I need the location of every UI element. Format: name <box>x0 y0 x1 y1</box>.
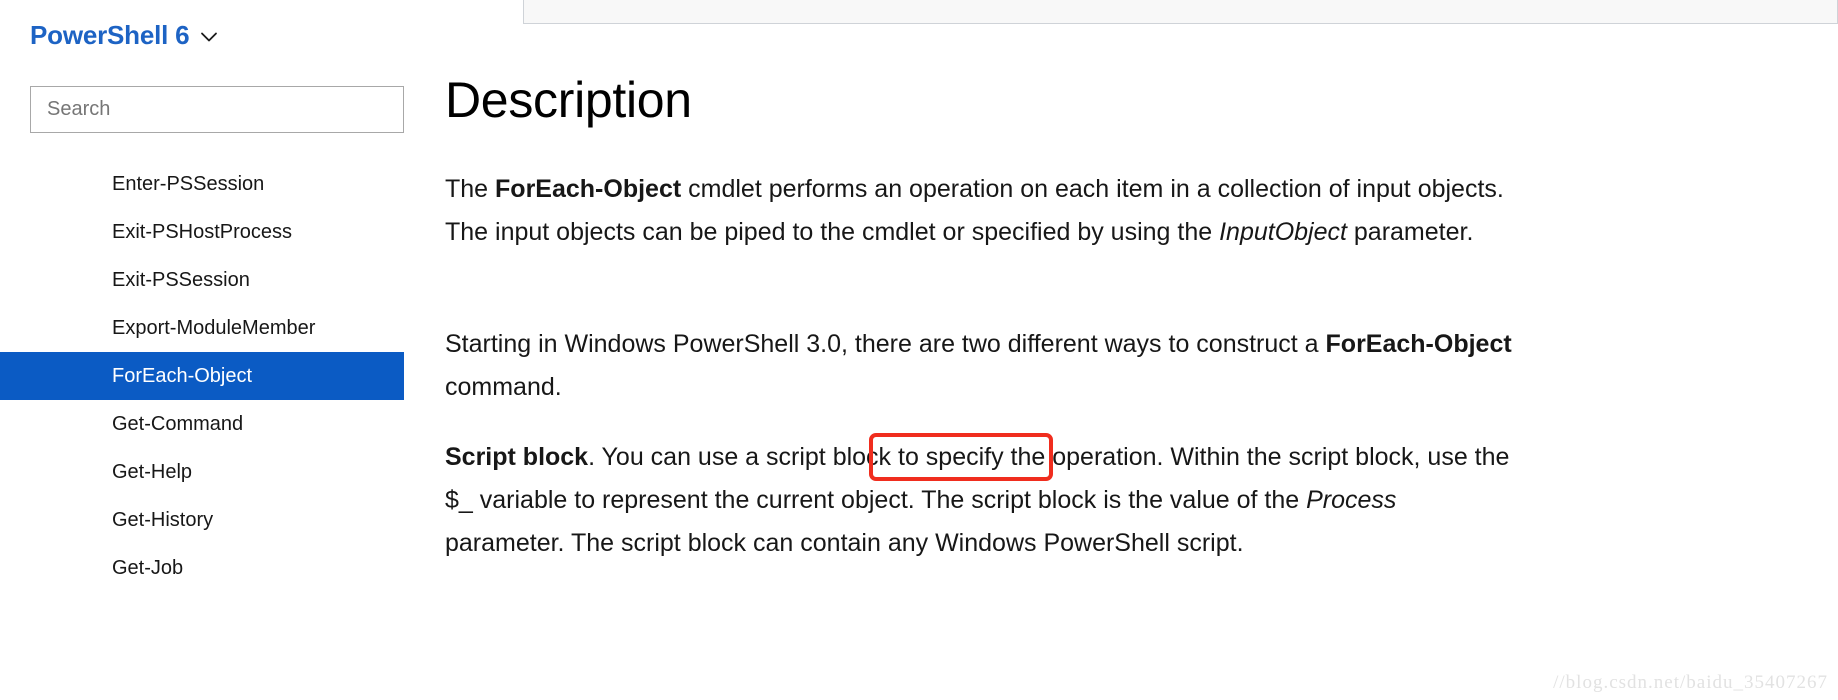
nav-scroll-viewport[interactable]: Enter-PSSession Exit-PSHostProcess Exit-… <box>0 150 440 700</box>
p1-text-3: parameter. <box>1346 218 1474 246</box>
sidebar-item-get-job[interactable]: Get-Job <box>0 544 440 592</box>
main-content: Description The ForEach-Object cmdlet pe… <box>445 0 1838 700</box>
sidebar-item-label: Get-Job <box>112 557 184 579</box>
chevron-down-icon <box>199 27 219 47</box>
sidebar-item-label: Get-Command <box>112 413 244 435</box>
sidebar-item-get-help[interactable]: Get-Help <box>0 448 440 496</box>
p2-text-1: Starting in Windows PowerShell 3.0, ther… <box>445 330 1326 358</box>
sidebar-item-exit-pssession[interactable]: Exit-PSSession <box>0 256 440 304</box>
sidebar: PowerShell 6 Enter-PSSession Exit-PSHost… <box>0 0 440 700</box>
sidebar-item-label: Export-ModuleMember <box>112 317 316 339</box>
search-box[interactable] <box>30 86 404 133</box>
sidebar-item-label: Exit-PSSession <box>112 269 250 291</box>
sidebar-item-label: Get-History <box>112 509 214 531</box>
code-block <box>523 0 1838 24</box>
description-paragraph-2: Starting in Windows PowerShell 3.0, ther… <box>445 323 1520 409</box>
page-title: Description <box>445 72 692 128</box>
sidebar-item-label: Enter-PSSession <box>112 173 265 195</box>
sidebar-item-exit-pshostprocess[interactable]: Exit-PSHostProcess <box>0 208 440 256</box>
search-input[interactable] <box>31 87 403 132</box>
sidebar-item-label: Exit-PSHostProcess <box>112 221 293 243</box>
p1-text-1: The <box>445 175 496 203</box>
watermark: //blog.csdn.net/baidu_35407267 <box>1553 672 1828 693</box>
p2-bold-foreach-object: ForEach-Object <box>1325 330 1512 358</box>
p1-italic-inputobject: InputObject <box>1219 218 1347 246</box>
sidebar-item-enter-pssession[interactable]: Enter-PSSession <box>0 160 440 208</box>
p3-bold-script-block: Script block <box>445 443 589 471</box>
p2-text-2: command. <box>445 373 562 401</box>
sidebar-item-foreach-object[interactable]: ForEach-Object <box>0 352 404 400</box>
sidebar-item-get-history[interactable]: Get-History <box>0 496 440 544</box>
sidebar-item-export-modulemember[interactable]: Export-ModuleMember <box>0 304 440 352</box>
description-paragraph-3: Script block. You can use a script block… <box>445 436 1520 565</box>
sidebar-item-label: ForEach-Object <box>112 365 253 387</box>
p3-italic-process: Process <box>1306 486 1397 514</box>
p3-text-2: parameter. The script block can contain … <box>445 529 1244 557</box>
version-switcher-label: PowerShell 6 <box>30 20 190 50</box>
version-switcher[interactable]: PowerShell 6 <box>30 22 219 48</box>
sidebar-item-label: Get-Help <box>112 461 193 483</box>
sidebar-nav-list: Enter-PSSession Exit-PSHostProcess Exit-… <box>0 160 440 592</box>
p1-bold-foreach-object: ForEach-Object <box>495 175 682 203</box>
page-root: PowerShell 6 Enter-PSSession Exit-PSHost… <box>0 0 1838 700</box>
description-paragraph-1: The ForEach-Object cmdlet performs an op… <box>445 168 1520 254</box>
sidebar-item-get-command[interactable]: Get-Command <box>0 400 440 448</box>
